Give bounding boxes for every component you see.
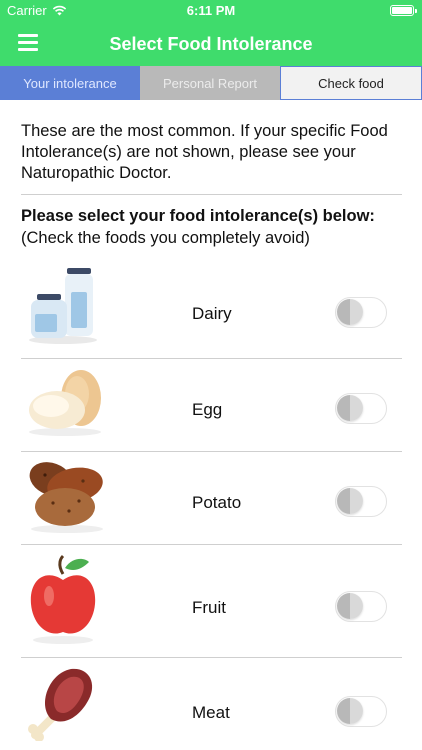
instructions-heading: Please select your food intolerance(s) b… [21, 207, 375, 225]
status-bar: Carrier 6:11 PM [0, 0, 422, 22]
battery-icon [390, 5, 417, 16]
food-item-dairy: Dairy [21, 262, 402, 358]
toggle-dairy[interactable] [335, 297, 387, 328]
food-label-potato: Potato [192, 493, 242, 512]
toggle-potato[interactable] [335, 486, 387, 517]
food-label-dairy: Dairy [192, 304, 232, 323]
toggle-fruit[interactable] [335, 591, 387, 622]
page-title: Select Food Intolerance [109, 34, 313, 54]
divider [21, 657, 402, 658]
clock: 6:11 PM [186, 3, 236, 18]
meat-drumstick-icon [28, 668, 93, 741]
food-label-egg: Egg [192, 400, 223, 419]
food-item-fruit: Fruit [21, 546, 402, 656]
divider [21, 451, 402, 452]
nav-bar: Select Food Intolerance [0, 22, 422, 66]
divider [21, 358, 402, 359]
food-item-meat: Meat [21, 659, 402, 750]
intro-text: These are the most common. If your speci… [21, 122, 388, 182]
apple-icon [30, 554, 96, 644]
eggs-icon [29, 370, 101, 436]
tab-personal-report[interactable]: Personal Report [140, 66, 280, 100]
tab-your-intolerance[interactable]: Your intolerance [0, 66, 140, 100]
tab-check-food[interactable]: Check food [280, 66, 422, 100]
potatoes-icon [29, 462, 103, 533]
food-label-fruit: Fruit [192, 598, 226, 617]
toggle-egg[interactable] [335, 393, 387, 424]
divider [21, 194, 402, 195]
tab-bar: Your intolerance Personal Report Check f… [0, 66, 422, 100]
food-item-potato: Potato [21, 453, 402, 543]
toggle-meat[interactable] [335, 696, 387, 727]
food-item-egg: Egg [21, 360, 402, 450]
instructions-subheading: (Check the foods you completely avoid) [21, 229, 310, 247]
dairy-bottles-icon [29, 268, 97, 344]
food-label-meat: Meat [192, 703, 230, 722]
divider [21, 544, 402, 545]
